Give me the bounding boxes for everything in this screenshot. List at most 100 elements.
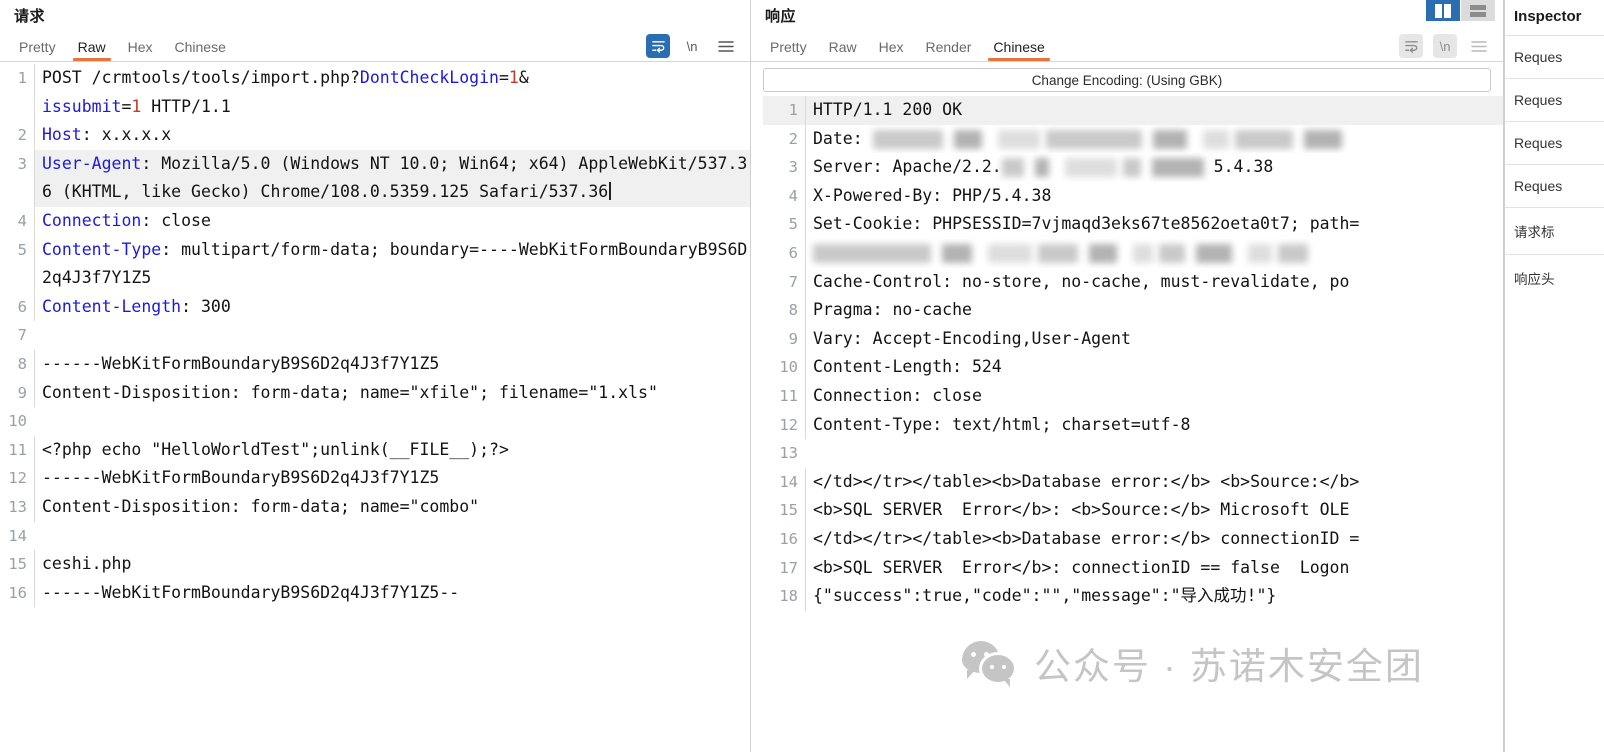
redacted-block — [1234, 129, 1293, 149]
code-text: Pragma: no-cache — [805, 296, 1503, 325]
line-number: 15 — [779, 501, 798, 520]
request-code-line: 11 <?php echo "HelloWorldTest";unlink(__F… — [0, 435, 750, 465]
layout-toggle-group — [1426, 0, 1495, 21]
line-number: 6 — [788, 243, 798, 262]
line-number: 1 — [788, 101, 798, 119]
line-number: 12 — [8, 469, 27, 488]
redacted-block — [1133, 243, 1153, 263]
line-number: 9 — [17, 383, 27, 402]
redacted-block — [1038, 243, 1078, 263]
request-panel-title: 请求 — [14, 8, 46, 25]
response-editor[interactable]: 1 HTTP/1.1 200 OK 2 Date: 3 Server: Apache/2… — [763, 96, 1503, 752]
redacted-block — [872, 129, 943, 149]
tab-response-render[interactable]: Render — [915, 37, 983, 61]
line-number: 17 — [779, 558, 798, 577]
hamburger-menu-icon[interactable] — [1467, 34, 1491, 58]
response-code-line: 11 Connection: close — [763, 381, 1503, 411]
code-text: <b>SQL SERVER Error</b>: <b>Source:</b> … — [805, 496, 1503, 525]
redacted-block — [1303, 129, 1342, 149]
code-text: Set-Cookie: PHPSESSID=7vjmaqd3eks67te856… — [805, 210, 1503, 239]
request-code-line: 10 — [0, 407, 750, 436]
request-code-line: 7 — [0, 321, 750, 350]
hamburger-menu-icon[interactable] — [714, 34, 738, 58]
response-tabbar: Pretty Raw Hex Render Chinese \n — [751, 32, 1503, 62]
line-number: 10 — [779, 358, 798, 377]
code-text: <b>SQL SERVER Error</b>: connectionID ==… — [805, 553, 1503, 583]
code-text: Connection: close — [805, 381, 1503, 411]
tab-request-pretty[interactable]: Pretty — [8, 37, 67, 61]
line-number: 2 — [788, 129, 798, 148]
response-code-line: 3 Server: Apache/2.2. 5.4.38 — [763, 153, 1503, 182]
line-number: 10 — [8, 412, 27, 431]
line-number: 4 — [17, 211, 27, 230]
response-code-line: 13 — [763, 439, 1503, 468]
horizontal-split-layout-button[interactable] — [1461, 0, 1495, 21]
request-toolbar: \n — [646, 34, 750, 61]
text-cursor — [609, 182, 611, 201]
inspector-row-request-query-parameters[interactable]: Reques — [1505, 78, 1604, 121]
redacted-block — [1089, 243, 1117, 263]
redacted-block — [1122, 158, 1141, 178]
line-number: 11 — [779, 386, 798, 405]
code-text: ------WebKitFormBoundaryB9S6D2q4J3f7Y1Z5 — [34, 464, 750, 493]
line-number: 8 — [788, 301, 798, 320]
newline-icon[interactable]: \n — [680, 34, 704, 58]
line-number: 11 — [8, 440, 27, 459]
line-number: 7 — [17, 326, 27, 345]
code-text: POST /crmtools/tools/import.php?DontChec… — [34, 64, 750, 122]
redacted-block — [1202, 129, 1229, 149]
inspector-row-request-cookies[interactable]: Reques — [1505, 164, 1604, 207]
code-text: Cache-Control: no-store, no-cache, must-… — [805, 267, 1503, 297]
response-panel-title: 响应 — [765, 8, 797, 25]
vertical-split-layout-button[interactable] — [1426, 0, 1460, 21]
redacted-block — [1159, 243, 1185, 263]
redacted-block — [1001, 158, 1024, 178]
line-number: 14 — [779, 472, 798, 491]
newline-icon[interactable]: \n — [1433, 34, 1457, 58]
word-wrap-icon[interactable] — [1399, 34, 1423, 58]
burp-repeater-window: 请求 Pretty Raw Hex Chinese \n 1 POST /crm… — [0, 0, 1604, 752]
redacted-block — [997, 129, 1040, 149]
code-text: ------WebKitFormBoundaryB9S6D2q4J3f7Y1Z5… — [34, 578, 750, 608]
redacted-block — [1278, 243, 1308, 263]
tab-request-hex[interactable]: Hex — [117, 37, 164, 61]
word-wrap-icon[interactable] — [646, 34, 670, 58]
response-code-line: 15 <b>SQL SERVER Error</b>: <b>Source:</b… — [763, 496, 1503, 525]
line-number: 8 — [17, 354, 27, 373]
redacted-block — [813, 243, 931, 263]
tab-response-raw[interactable]: Raw — [818, 37, 868, 61]
inspector-row-request-attributes[interactable]: Reques — [1505, 35, 1604, 78]
tab-response-hex[interactable]: Hex — [868, 37, 915, 61]
response-code-line: 8 Pragma: no-cache — [763, 296, 1503, 325]
inspector-row-response-headers[interactable]: 响应头 — [1505, 254, 1604, 301]
line-number: 13 — [8, 497, 27, 516]
response-code-line: 10 Content-Length: 524 — [763, 353, 1503, 382]
tab-request-chinese[interactable]: Chinese — [164, 37, 237, 61]
code-text: Connection: close — [34, 206, 750, 236]
line-number: 12 — [779, 415, 798, 434]
inspector-panel: Inspector Reques Reques Reques Reques 请求… — [1504, 0, 1604, 752]
line-number: 6 — [17, 297, 27, 316]
redacted-block — [953, 129, 982, 149]
tab-request-raw[interactable]: Raw — [67, 37, 117, 61]
line-number: 5 — [17, 240, 27, 259]
request-code-line: 15 ceshi.php — [0, 550, 750, 579]
change-encoding-button[interactable]: Change Encoding: (Using GBK) — [763, 68, 1491, 92]
response-code-line: 9 Vary: Accept-Encoding,User-Agent — [763, 324, 1503, 354]
request-editor[interactable]: 1 POST /crmtools/tools/import.php?DontChe… — [0, 62, 750, 752]
code-text: Content-Length: 300 — [34, 292, 750, 322]
request-tabbar: Pretty Raw Hex Chinese \n — [0, 32, 750, 62]
code-text: Content-Length: 524 — [805, 353, 1503, 382]
response-toolbar: \n — [1399, 34, 1503, 61]
code-text: {"success":true,"code":"","message":"导入成… — [805, 582, 1503, 611]
response-code-line: 7 Cache-Control: no-store, no-cache, must… — [763, 267, 1503, 297]
inspector-row-request-headers[interactable]: 请求标 — [1505, 207, 1604, 254]
code-text: X-Powered-By: PHP/5.4.38 — [805, 181, 1503, 211]
response-code-line: 18 {"success":true,"code":"","message":"导… — [763, 582, 1503, 611]
tab-response-pretty[interactable]: Pretty — [759, 37, 818, 61]
tab-response-chinese[interactable]: Chinese — [982, 37, 1055, 61]
response-code-line: 1 HTTP/1.1 200 OK — [763, 96, 1503, 125]
redacted-block — [1034, 158, 1049, 178]
inspector-row-request-body-parameters[interactable]: Reques — [1505, 121, 1604, 164]
line-number: 5 — [788, 215, 798, 234]
